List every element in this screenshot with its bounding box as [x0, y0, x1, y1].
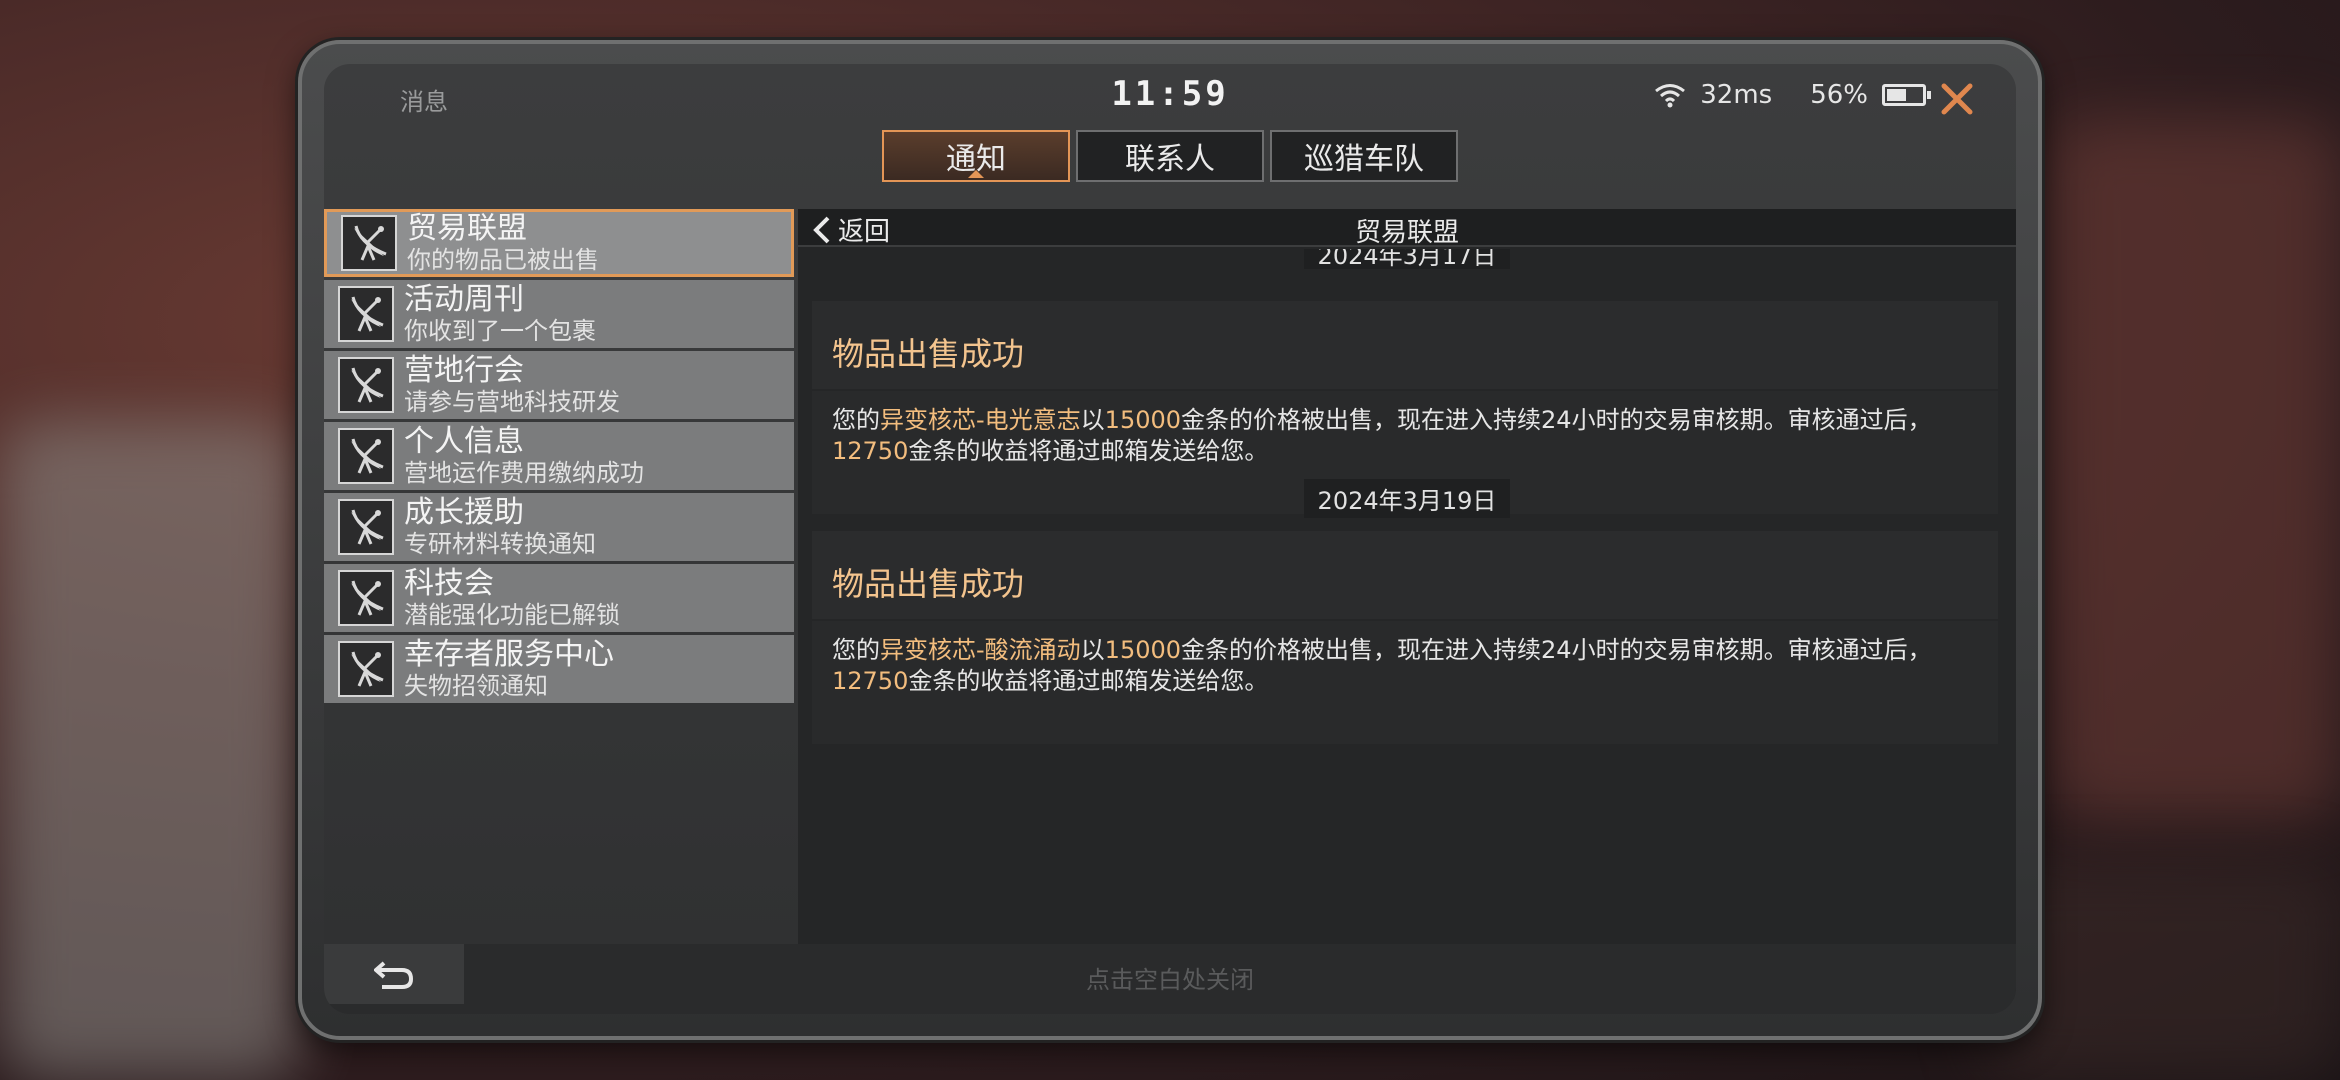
close-button[interactable]	[1932, 74, 1982, 124]
list-item-survivor-service[interactable]: 幸存者服务中心 失物招领通知	[324, 635, 794, 703]
message-card: 物品出售成功 您的异变核芯-酸流涌动以15000金条的价格被出售，现在进入持续2…	[812, 531, 1998, 744]
date-label: 2024年3月17日	[1303, 249, 1511, 269]
message-title: 物品出售成功	[812, 301, 1998, 391]
satellite-dish-icon	[341, 215, 397, 271]
list-item-title: 幸存者服务中心	[404, 637, 614, 672]
list-item-subtitle: 潜能强化功能已解锁	[404, 601, 620, 629]
list-item-title: 营地行会	[404, 353, 524, 388]
list-item-title: 贸易联盟	[407, 211, 527, 246]
bottom-bar: 点击空白处关闭	[324, 944, 2016, 1014]
notification-list: 贸易联盟 你的物品已被出售 活动周刊 你收到了一个包裹 营地行会 请参与营地科技研发 …	[324, 209, 794, 999]
satellite-dish-icon	[338, 286, 394, 342]
list-item-camp-guild[interactable]: 营地行会 请参与营地科技研发	[324, 351, 794, 419]
wifi-icon	[1654, 82, 1686, 108]
list-item-title: 科技会	[404, 566, 494, 601]
list-item-activity-weekly[interactable]: 活动周刊 你收到了一个包裹	[324, 280, 794, 348]
list-item-tech-society[interactable]: 科技会 潜能强化功能已解锁	[324, 564, 794, 632]
battery-level	[1887, 89, 1907, 101]
tab-hunting-convoy[interactable]: 巡猎车队	[1270, 130, 1458, 182]
date-separator: 2024年3月19日	[798, 479, 2016, 518]
sale-price: 15000	[1104, 636, 1182, 664]
body-text: 您的	[832, 406, 880, 434]
panel-title: 贸易联盟	[1354, 218, 1459, 248]
list-item-subtitle: 你收到了一个包裹	[404, 317, 596, 345]
body-text: 金条的价格被出售，现在进入持续24小时的交易审核期。审核通过后，	[1181, 406, 1932, 434]
satellite-dish-icon	[338, 428, 394, 484]
date-separator: 2024年3月17日	[798, 249, 2016, 269]
satellite-dish-icon	[338, 357, 394, 413]
tab-contacts[interactable]: 联系人	[1076, 130, 1264, 182]
body-text: 以	[1080, 406, 1105, 434]
body-text: 金条的收益将通过邮箱发送给您。	[908, 437, 1269, 465]
list-item-subtitle: 请参与营地科技研发	[404, 388, 620, 416]
status-indicators: 32ms 56%	[1654, 80, 1931, 110]
list-item-subtitle: 失物招领通知	[404, 672, 548, 700]
tablet-screen: 消息 11:59 32ms 56% 通知 联系人 巡猎车队 贸易联盟 你的物品已…	[324, 64, 2016, 1014]
list-item-growth-aid[interactable]: 成长援助 专研材料转换通知	[324, 493, 794, 561]
list-item-subtitle: 你的物品已被出售	[407, 246, 599, 274]
tablet-frame: 消息 11:59 32ms 56% 通知 联系人 巡猎车队 贸易联盟 你的物品已…	[298, 40, 2042, 1040]
list-item-title: 活动周刊	[404, 282, 524, 317]
list-item-subtitle: 专研材料转换通知	[404, 530, 596, 558]
list-item-trade-alliance[interactable]: 贸易联盟 你的物品已被出售	[324, 209, 794, 277]
ping-value: 32ms	[1700, 80, 1773, 110]
message-title: 物品出售成功	[812, 531, 1998, 621]
status-bar: 消息 11:59 32ms 56%	[324, 64, 2016, 134]
message-detail-panel: 返回 贸易联盟 2024年3月17日 物品出售成功 您的异变核芯-电光意志以15…	[798, 209, 2016, 999]
item-name: 异变核芯-电光意志	[880, 406, 1081, 434]
battery-percent: 56%	[1810, 80, 1868, 110]
list-item-title: 个人信息	[404, 424, 524, 459]
satellite-dish-icon	[338, 570, 394, 626]
background-shape	[2050, 120, 2340, 820]
battery-icon	[1882, 84, 1931, 106]
body-text: 金条的收益将通过邮箱发送给您。	[908, 667, 1269, 695]
message-body: 您的异变核芯-酸流涌动以15000金条的价格被出售，现在进入持续24小时的交易审…	[812, 621, 1998, 744]
close-icon	[1941, 83, 1973, 115]
body-text: 您的	[832, 636, 880, 664]
income-amount: 12750	[832, 667, 909, 695]
body-text: 以	[1080, 636, 1105, 664]
income-amount: 12750	[832, 437, 909, 465]
panel-header: 返回 贸易联盟	[798, 209, 2016, 248]
body-text: 金条的价格被出售，现在进入持续24小时的交易审核期。审核通过后，	[1181, 636, 1932, 664]
list-item-subtitle: 营地运作费用缴纳成功	[404, 459, 644, 487]
satellite-dish-icon	[338, 499, 394, 555]
list-item-personal-info[interactable]: 个人信息 营地运作费用缴纳成功	[324, 422, 794, 490]
date-label: 2024年3月19日	[1303, 479, 1511, 518]
list-item-title: 成长援助	[404, 495, 524, 530]
tab-notifications[interactable]: 通知	[882, 130, 1070, 182]
tab-bar: 通知 联系人 巡猎车队	[324, 130, 2016, 182]
background-shape	[0, 420, 300, 1080]
item-name: 异变核芯-酸流涌动	[880, 636, 1081, 664]
close-hint[interactable]: 点击空白处关闭	[324, 960, 2016, 995]
sale-price: 15000	[1104, 406, 1182, 434]
satellite-dish-icon	[338, 641, 394, 697]
